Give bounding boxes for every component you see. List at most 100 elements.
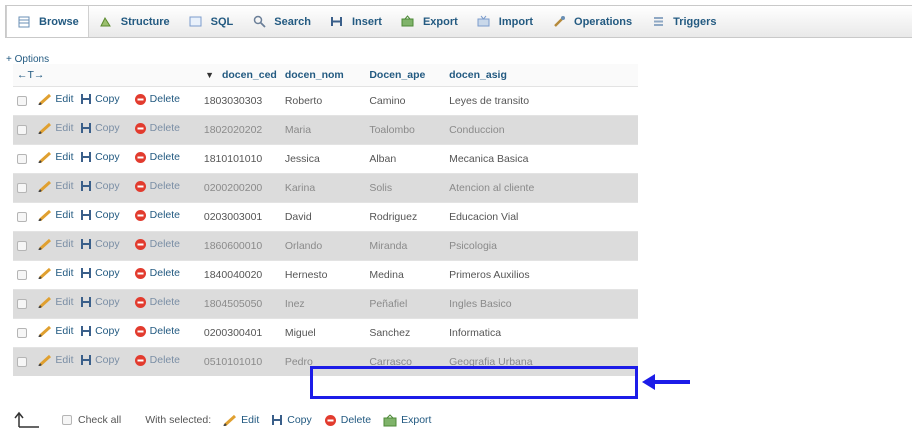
row-checkbox[interactable] xyxy=(17,356,27,367)
delete-button[interactable]: Delete xyxy=(134,267,180,280)
cell-docen-ced[interactable]: 0510101010 xyxy=(199,346,281,376)
cell-docen-ced[interactable]: 0200200200 xyxy=(199,172,281,202)
edit-button[interactable]: Edit xyxy=(38,209,74,221)
bulk-edit-button[interactable]: Edit xyxy=(223,414,259,426)
cell-docen-asig[interactable]: Leyes de transito xyxy=(445,85,638,115)
copy-button[interactable]: Copy xyxy=(80,151,120,163)
column-header[interactable]: docen_asig xyxy=(445,64,638,86)
cell-docen-nom[interactable]: Jessica xyxy=(280,143,366,173)
copy-button[interactable]: Copy xyxy=(80,93,120,105)
copy-button[interactable]: Copy xyxy=(80,180,120,192)
tab-operations[interactable]: Operations xyxy=(542,6,641,37)
copy-button[interactable]: Copy xyxy=(80,267,120,279)
bulk-export-button[interactable]: Export xyxy=(383,413,431,427)
cell-docen-ape[interactable]: Alban xyxy=(365,143,446,173)
copy-button[interactable]: Copy xyxy=(80,296,120,308)
cell-docen-asig[interactable]: Conduccion xyxy=(445,114,638,144)
cell-docen-ape[interactable]: Camino xyxy=(365,85,446,115)
row-checkbox[interactable] xyxy=(17,327,27,338)
edit-button[interactable]: Edit xyxy=(38,267,74,279)
edit-button[interactable]: Edit xyxy=(38,151,74,163)
cell-docen-nom[interactable]: Maria xyxy=(280,114,366,144)
copy-button[interactable]: Copy xyxy=(80,209,120,221)
edit-button[interactable]: Edit xyxy=(38,325,74,337)
row-checkbox[interactable] xyxy=(17,124,27,135)
cell-docen-ape[interactable]: Medina xyxy=(365,259,446,289)
copy-button[interactable]: Copy xyxy=(80,122,120,134)
row-checkbox[interactable] xyxy=(17,298,27,309)
delete-button[interactable]: Delete xyxy=(134,238,180,251)
cell-docen-ape[interactable]: Sanchez xyxy=(365,317,446,347)
delete-button[interactable]: Delete xyxy=(134,296,180,309)
edit-button[interactable]: Edit xyxy=(38,238,74,250)
row-checkbox[interactable] xyxy=(17,269,27,280)
column-header[interactable]: docen_nom xyxy=(280,64,366,86)
cell-docen-nom[interactable]: Inez xyxy=(280,288,366,318)
cell-docen-asig[interactable]: Mecanica Basica xyxy=(445,143,638,173)
tab-import[interactable]: Import xyxy=(467,6,542,37)
check-all-checkbox[interactable] xyxy=(62,415,72,425)
edit-button[interactable]: Edit xyxy=(38,122,74,134)
cell-docen-ced[interactable]: 1804505050 xyxy=(199,288,281,318)
cell-docen-ced[interactable]: 1860600010 xyxy=(199,230,281,260)
cell-docen-asig[interactable]: Ingles Basico xyxy=(445,288,638,318)
cell-docen-nom[interactable]: Karina xyxy=(280,172,366,202)
tab-export[interactable]: Export xyxy=(391,6,467,37)
delete-button[interactable]: Delete xyxy=(134,354,180,367)
cell-docen-nom[interactable]: Miguel xyxy=(280,317,366,347)
delete-button[interactable]: Delete xyxy=(134,209,180,222)
cell-docen-ced[interactable]: 1840040020 xyxy=(199,259,281,289)
row-checkbox[interactable] xyxy=(17,240,27,251)
edit-button[interactable]: Edit xyxy=(38,93,74,105)
delete-button[interactable]: Delete xyxy=(134,180,180,193)
tab-structure[interactable]: Structure xyxy=(89,6,179,37)
tab-insert[interactable]: Insert xyxy=(320,6,391,37)
copy-button[interactable]: Copy xyxy=(80,238,120,250)
cell-docen-nom[interactable]: Hernesto xyxy=(280,259,366,289)
row-checkbox[interactable] xyxy=(17,211,27,222)
edit-button[interactable]: Edit xyxy=(38,296,74,308)
delete-button[interactable]: Delete xyxy=(134,325,180,338)
delete-button[interactable]: Delete xyxy=(134,122,180,135)
sort-desc-icon[interactable]: ▼ xyxy=(205,70,214,80)
column-arrows[interactable]: ←T→ xyxy=(17,69,44,81)
cell-docen-ape[interactable]: Solis xyxy=(365,172,446,202)
tab-browse[interactable]: Browse xyxy=(6,6,89,37)
cell-docen-asig[interactable]: Educacion Vial xyxy=(445,201,638,231)
cell-docen-nom[interactable]: Roberto xyxy=(280,85,366,115)
cell-docen-ced[interactable]: 1803030303 xyxy=(199,85,281,115)
edit-button[interactable]: Edit xyxy=(38,354,74,367)
cell-docen-nom[interactable]: Orlando xyxy=(280,230,366,260)
bulk-copy-button[interactable]: Copy xyxy=(271,414,312,426)
cell-docen-ced[interactable]: 1810101010 xyxy=(199,143,281,173)
bulk-copy-label: Copy xyxy=(287,414,312,426)
copy-button[interactable]: Copy xyxy=(80,354,120,366)
delete-button[interactable]: Delete xyxy=(134,151,180,164)
column-header[interactable]: Docen_ape xyxy=(365,64,446,86)
column-header[interactable]: docen_ced xyxy=(222,69,277,81)
tab-sql[interactable]: SQL xyxy=(179,6,243,37)
cell-docen-asig[interactable]: Primeros Auxilios xyxy=(445,259,638,289)
cell-docen-ape[interactable]: Toalombo xyxy=(365,114,446,144)
tab-triggers[interactable]: Triggers xyxy=(641,6,725,37)
cell-docen-asig[interactable]: Psicologia xyxy=(445,230,638,260)
row-checkbox[interactable] xyxy=(17,182,27,193)
bulk-delete-button[interactable]: Delete xyxy=(324,414,371,427)
cell-docen-asig[interactable]: Atencion al cliente xyxy=(445,172,638,202)
cell-docen-ced[interactable]: 0200300401 xyxy=(199,317,281,347)
cell-docen-ced[interactable]: 0203003001 xyxy=(199,201,281,231)
cell-docen-ape[interactable]: Rodriguez xyxy=(365,201,446,231)
row-checkbox[interactable] xyxy=(17,153,27,164)
pencil-icon xyxy=(38,296,55,308)
tab-search[interactable]: Search xyxy=(242,6,320,37)
row-checkbox[interactable] xyxy=(17,95,27,106)
cell-docen-nom[interactable]: David xyxy=(280,201,366,231)
copy-button[interactable]: Copy xyxy=(80,325,120,337)
cell-docen-asig[interactable]: Informatica xyxy=(445,317,638,347)
edit-button[interactable]: Edit xyxy=(38,180,74,192)
cell-docen-ape[interactable]: Peñafiel xyxy=(365,288,446,318)
check-all-label[interactable]: Check all xyxy=(78,414,121,426)
cell-docen-ape[interactable]: Miranda xyxy=(365,230,446,260)
cell-docen-ced[interactable]: 1802020202 xyxy=(199,114,281,144)
delete-button[interactable]: Delete xyxy=(134,93,180,106)
